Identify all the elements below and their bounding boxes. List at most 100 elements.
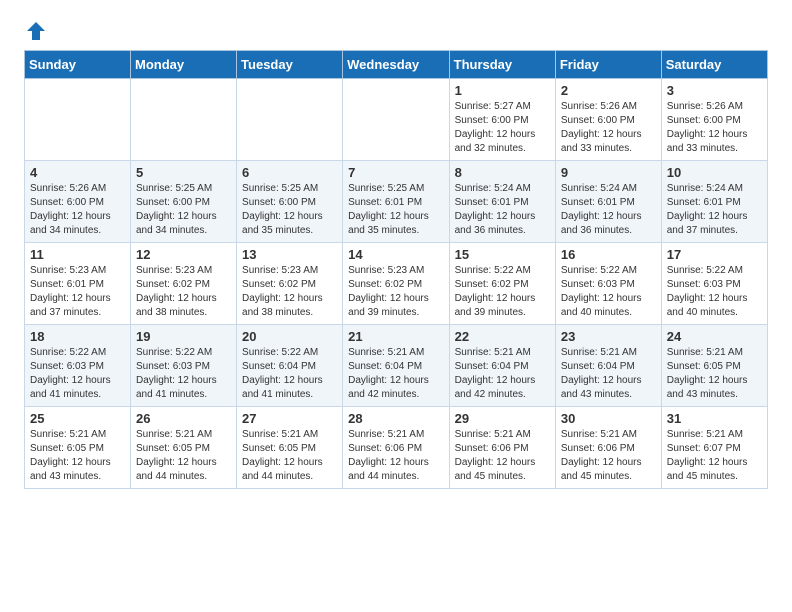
day-info: Sunrise: 5:23 AM Sunset: 6:01 PM Dayligh… xyxy=(30,264,125,320)
day-info: Sunrise: 5:21 AM Sunset: 6:05 PM Dayligh… xyxy=(136,428,231,484)
day-number: 21 xyxy=(348,329,443,344)
day-number: 25 xyxy=(30,411,125,426)
calendar-cell: 20Sunrise: 5:22 AM Sunset: 6:04 PM Dayli… xyxy=(237,325,343,407)
day-info: Sunrise: 5:22 AM Sunset: 6:03 PM Dayligh… xyxy=(136,346,231,402)
calendar-cell: 10Sunrise: 5:24 AM Sunset: 6:01 PM Dayli… xyxy=(661,161,767,243)
day-info: Sunrise: 5:21 AM Sunset: 6:04 PM Dayligh… xyxy=(561,346,656,402)
day-info: Sunrise: 5:21 AM Sunset: 6:05 PM Dayligh… xyxy=(667,346,762,402)
calendar-cell: 22 Sunrise: 5:21 AM Sunset: 6:04 PM Dayli… xyxy=(449,325,555,407)
day-info: Sunrise: 5:24 AM Sunset: 6:01 PM Dayligh… xyxy=(561,182,656,238)
day-info: Sunrise: 5:26 AM Sunset: 6:00 PM Dayligh… xyxy=(561,100,656,156)
calendar-header-row: SundayMondayTuesdayWednesdayThursdayFrid… xyxy=(25,51,768,79)
calendar-cell: 14 Sunrise: 5:23 AM Sunset: 6:02 PM Dayli… xyxy=(343,243,449,325)
day-info: Sunrise: 5:23 AM Sunset: 6:02 PM Dayligh… xyxy=(348,264,443,320)
calendar-cell: 1Sunrise: 5:27 AM Sunset: 6:00 PM Daylig… xyxy=(449,79,555,161)
day-info: Sunrise: 5:21 AM Sunset: 6:04 PM Dayligh… xyxy=(455,346,550,402)
calendar-cell: 3 Sunrise: 5:26 AM Sunset: 6:00 PM Daylig… xyxy=(661,79,767,161)
calendar-cell: 18 Sunrise: 5:22 AM Sunset: 6:03 PM Dayli… xyxy=(25,325,131,407)
day-number: 6 xyxy=(242,165,337,180)
weekday-header-tuesday: Tuesday xyxy=(237,51,343,79)
day-info: Sunrise: 5:22 AM Sunset: 6:03 PM Dayligh… xyxy=(561,264,656,320)
calendar-week-row: 4Sunrise: 5:26 AM Sunset: 6:00 PM Daylig… xyxy=(25,161,768,243)
calendar-cell xyxy=(237,79,343,161)
weekday-header-wednesday: Wednesday xyxy=(343,51,449,79)
calendar-cell: 2 Sunrise: 5:26 AM Sunset: 6:00 PM Daylig… xyxy=(555,79,661,161)
calendar-cell: 8 Sunrise: 5:24 AM Sunset: 6:01 PM Daylig… xyxy=(449,161,555,243)
day-number: 11 xyxy=(30,247,125,262)
day-info: Sunrise: 5:26 AM Sunset: 6:00 PM Dayligh… xyxy=(667,100,762,156)
calendar-cell: 24 Sunrise: 5:21 AM Sunset: 6:05 PM Dayli… xyxy=(661,325,767,407)
weekday-header-thursday: Thursday xyxy=(449,51,555,79)
day-info: Sunrise: 5:25 AM Sunset: 6:01 PM Dayligh… xyxy=(348,182,443,238)
day-info: Sunrise: 5:24 AM Sunset: 6:01 PM Dayligh… xyxy=(455,182,550,238)
day-number: 27 xyxy=(242,411,337,426)
calendar-cell xyxy=(131,79,237,161)
calendar-cell xyxy=(25,79,131,161)
day-number: 9 xyxy=(561,165,656,180)
day-number: 4 xyxy=(30,165,125,180)
day-info: Sunrise: 5:21 AM Sunset: 6:06 PM Dayligh… xyxy=(348,428,443,484)
calendar-cell: 25Sunrise: 5:21 AM Sunset: 6:05 PM Dayli… xyxy=(25,407,131,489)
day-number: 14 xyxy=(348,247,443,262)
day-number: 24 xyxy=(667,329,762,344)
calendar-week-row: 11 Sunrise: 5:23 AM Sunset: 6:01 PM Dayli… xyxy=(25,243,768,325)
day-number: 17 xyxy=(667,247,762,262)
day-info: Sunrise: 5:21 AM Sunset: 6:04 PM Dayligh… xyxy=(348,346,443,402)
day-number: 22 xyxy=(455,329,550,344)
day-number: 18 xyxy=(30,329,125,344)
day-number: 16 xyxy=(561,247,656,262)
day-info: Sunrise: 5:27 AM Sunset: 6:00 PM Dayligh… xyxy=(455,100,550,156)
weekday-header-sunday: Sunday xyxy=(25,51,131,79)
day-number: 31 xyxy=(667,411,762,426)
calendar-cell: 9 Sunrise: 5:24 AM Sunset: 6:01 PM Daylig… xyxy=(555,161,661,243)
calendar-week-row: 18 Sunrise: 5:22 AM Sunset: 6:03 PM Dayli… xyxy=(25,325,768,407)
logo-icon xyxy=(25,20,47,42)
calendar-cell: 21 Sunrise: 5:21 AM Sunset: 6:04 PM Dayli… xyxy=(343,325,449,407)
calendar-cell: 7 Sunrise: 5:25 AM Sunset: 6:01 PM Daylig… xyxy=(343,161,449,243)
day-number: 15 xyxy=(455,247,550,262)
calendar-week-row: 1Sunrise: 5:27 AM Sunset: 6:00 PM Daylig… xyxy=(25,79,768,161)
day-number: 3 xyxy=(667,83,762,98)
day-number: 10 xyxy=(667,165,762,180)
calendar-cell: 12 Sunrise: 5:23 AM Sunset: 6:02 PM Dayli… xyxy=(131,243,237,325)
day-number: 29 xyxy=(455,411,550,426)
calendar-cell: 6 Sunrise: 5:25 AM Sunset: 6:00 PM Daylig… xyxy=(237,161,343,243)
calendar-cell: 23 Sunrise: 5:21 AM Sunset: 6:04 PM Dayli… xyxy=(555,325,661,407)
day-number: 19 xyxy=(136,329,231,344)
calendar-cell: 15 Sunrise: 5:22 AM Sunset: 6:02 PM Dayli… xyxy=(449,243,555,325)
calendar-cell: 28Sunrise: 5:21 AM Sunset: 6:06 PM Dayli… xyxy=(343,407,449,489)
calendar-cell xyxy=(343,79,449,161)
calendar-cell: 30Sunrise: 5:21 AM Sunset: 6:06 PM Dayli… xyxy=(555,407,661,489)
calendar-cell: 17 Sunrise: 5:22 AM Sunset: 6:03 PM Dayli… xyxy=(661,243,767,325)
calendar-cell: 26 Sunrise: 5:21 AM Sunset: 6:05 PM Dayli… xyxy=(131,407,237,489)
calendar-cell: 16 Sunrise: 5:22 AM Sunset: 6:03 PM Dayli… xyxy=(555,243,661,325)
day-number: 2 xyxy=(561,83,656,98)
day-info: Sunrise: 5:23 AM Sunset: 6:02 PM Dayligh… xyxy=(242,264,337,320)
calendar-cell: 29 Sunrise: 5:21 AM Sunset: 6:06 PM Dayli… xyxy=(449,407,555,489)
day-number: 7 xyxy=(348,165,443,180)
day-number: 30 xyxy=(561,411,656,426)
calendar-cell: 31 Sunrise: 5:21 AM Sunset: 6:07 PM Dayli… xyxy=(661,407,767,489)
day-number: 13 xyxy=(242,247,337,262)
day-info: Sunrise: 5:22 AM Sunset: 6:03 PM Dayligh… xyxy=(667,264,762,320)
day-info: Sunrise: 5:25 AM Sunset: 6:00 PM Dayligh… xyxy=(242,182,337,238)
day-number: 8 xyxy=(455,165,550,180)
calendar-table: SundayMondayTuesdayWednesdayThursdayFrid… xyxy=(24,50,768,489)
day-info: Sunrise: 5:21 AM Sunset: 6:06 PM Dayligh… xyxy=(455,428,550,484)
day-info: Sunrise: 5:22 AM Sunset: 6:02 PM Dayligh… xyxy=(455,264,550,320)
calendar-cell: 5Sunrise: 5:25 AM Sunset: 6:00 PM Daylig… xyxy=(131,161,237,243)
day-info: Sunrise: 5:22 AM Sunset: 6:04 PM Dayligh… xyxy=(242,346,337,402)
day-number: 23 xyxy=(561,329,656,344)
calendar-cell: 13 Sunrise: 5:23 AM Sunset: 6:02 PM Dayli… xyxy=(237,243,343,325)
weekday-header-saturday: Saturday xyxy=(661,51,767,79)
day-info: Sunrise: 5:21 AM Sunset: 6:07 PM Dayligh… xyxy=(667,428,762,484)
day-info: Sunrise: 5:22 AM Sunset: 6:03 PM Dayligh… xyxy=(30,346,125,402)
day-number: 26 xyxy=(136,411,231,426)
weekday-header-friday: Friday xyxy=(555,51,661,79)
day-info: Sunrise: 5:25 AM Sunset: 6:00 PM Dayligh… xyxy=(136,182,231,238)
day-info: Sunrise: 5:21 AM Sunset: 6:05 PM Dayligh… xyxy=(242,428,337,484)
calendar-cell: 4Sunrise: 5:26 AM Sunset: 6:00 PM Daylig… xyxy=(25,161,131,243)
day-info: Sunrise: 5:23 AM Sunset: 6:02 PM Dayligh… xyxy=(136,264,231,320)
calendar-cell: 19 Sunrise: 5:22 AM Sunset: 6:03 PM Dayli… xyxy=(131,325,237,407)
day-number: 12 xyxy=(136,247,231,262)
